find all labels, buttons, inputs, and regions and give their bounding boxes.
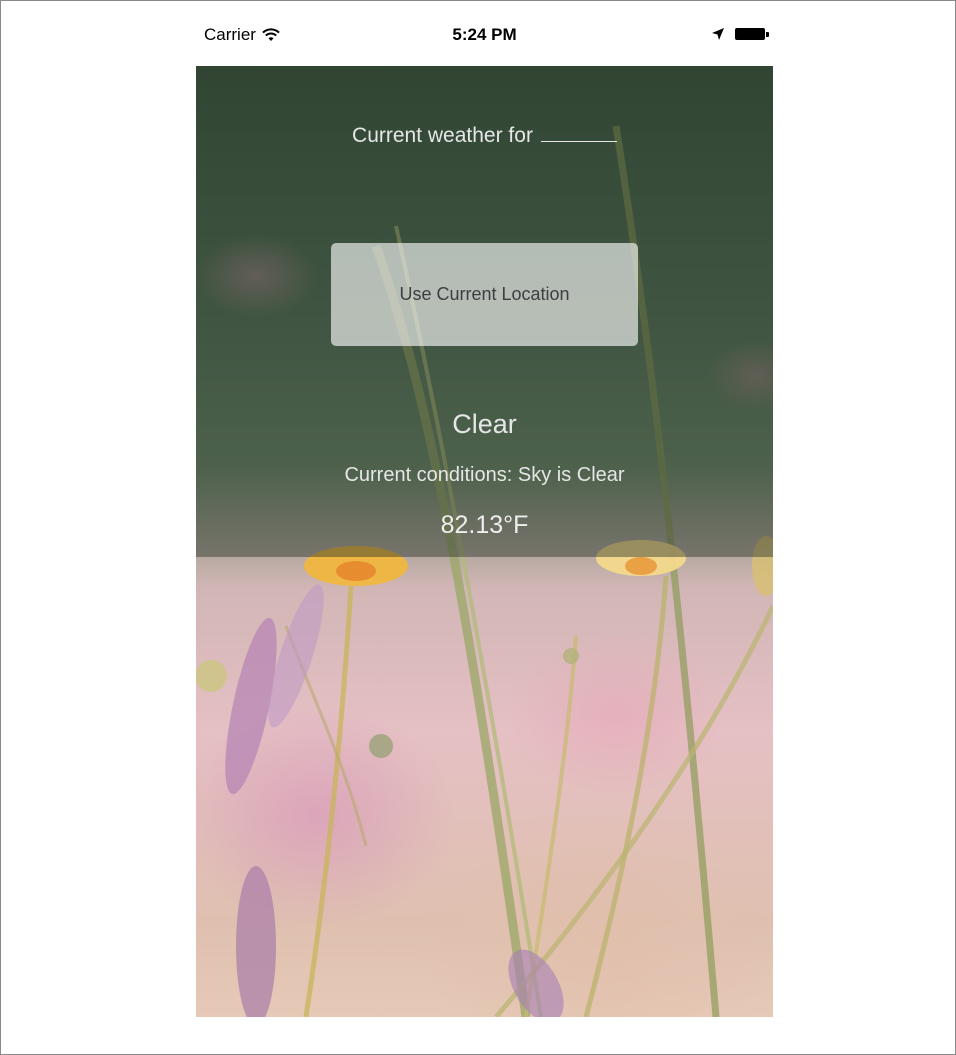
status-bar: Carrier 5:24 PM [196,19,773,53]
condition-label: Clear [452,409,517,439]
temperature-label: 82.13°F [440,511,529,539]
condition-description: Current conditions: Sky is Clear [344,464,625,486]
status-time: 5:24 PM [452,25,517,44]
app-screen: Current weather for Use Current Location… [196,66,773,1017]
battery-icon [735,28,769,40]
location-blank [540,125,617,142]
weather-heading: Current weather for [196,124,773,148]
device-frame: Carrier 5:24 PM Current weather for Use … [0,0,956,1055]
status-icons [711,27,769,41]
location-arrow-icon [712,28,724,40]
use-current-location-button[interactable]: Use Current Location [331,243,638,346]
heading-label: Current weather for [352,124,533,147]
